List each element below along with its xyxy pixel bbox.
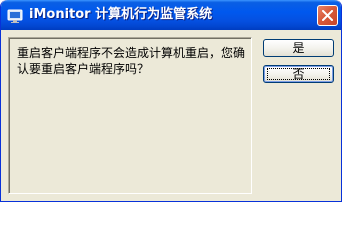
title-bar[interactable]: iMonitor 计算机行为监管系统 [1, 0, 341, 30]
no-button-label: 否 [292, 67, 305, 81]
yes-button[interactable]: 是 [263, 39, 334, 57]
imonitor-app-icon [7, 8, 23, 24]
yes-button-label: 是 [292, 41, 305, 55]
dialog-message: 重启客户端程序不会造成计算机重启，您确认要重启客户端程序吗？ [17, 46, 246, 76]
window-title: iMonitor 计算机行为监管系统 [29, 7, 213, 22]
dialog-window: iMonitor 计算机行为监管系统 重启客户端程序不会造成计算机重启，您确认要… [0, 0, 342, 202]
no-button[interactable]: 否 [263, 65, 334, 83]
close-button[interactable] [317, 5, 338, 26]
message-panel: 重启客户端程序不会造成计算机重启，您确认要重启客户端程序吗？ [8, 37, 252, 194]
close-icon [322, 10, 333, 21]
